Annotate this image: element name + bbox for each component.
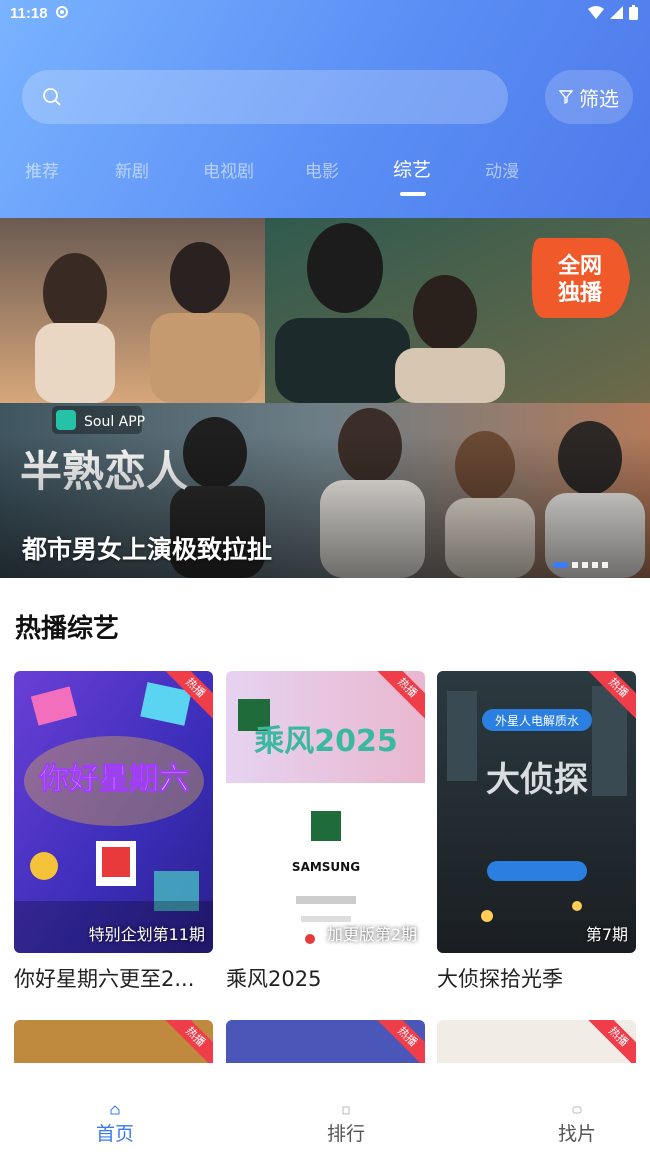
variety-card[interactable]: 乘风2025 SAMSUNG 热播 加更版第2期 乘风2025 [226,671,425,991]
tab-label: 动漫 [485,162,519,182]
tab-new-drama[interactable]: 新剧 [115,157,149,182]
nav-home[interactable]: 首页 [55,1063,175,1146]
variety-card[interactable]: 热播 [226,1020,425,1065]
ranking-icon [342,1106,350,1115]
svg-text:外星人电解质水: 外星人电解质水 [495,714,579,728]
nav-label: 排行 [326,1123,365,1145]
carousel-dot[interactable] [572,562,578,568]
carousel-dot[interactable] [592,562,598,568]
tab-movie[interactable]: 电影 [305,157,339,182]
poster: 你好星期六 热播 特别企划第11期 [14,671,213,953]
variety-card[interactable]: 热播 [14,1020,213,1065]
svg-text:SAMSUNG: SAMSUNG [292,860,360,874]
tab-label: 电影 [305,162,339,182]
filter-icon [559,90,573,104]
discover-icon [572,1106,582,1114]
home-icon [110,1105,120,1115]
bottom-navigation: 首页 排行 找片 [0,1063,650,1155]
card-title: 大侦探拾光季 [437,967,563,991]
poster-image: 乘风2025 SAMSUNG [226,671,425,953]
hot-badge: 热播 [160,1020,213,1065]
episode-label: 特别企划第11期 [88,925,205,944]
svg-text:大侦探: 大侦探 [486,760,588,800]
card-title: 你好星期六更至2... [14,967,195,991]
banner-image: 全网 独播 Soul APP 半熟恋人 [0,218,650,578]
banner-carousel[interactable]: 全网 独播 Soul APP 半熟恋人 都市男女上演极致拉扯 [0,218,650,578]
episode-label: 第7期 [585,925,628,944]
hot-badge: 热播 [372,1020,425,1065]
tab-anime[interactable]: 动漫 [485,157,519,182]
svg-text:乘风2025: 乘风2025 [254,724,398,759]
status-icons [588,5,638,20]
hot-badge: 热播 [583,1020,636,1065]
signal-icon [610,6,623,19]
variety-card[interactable]: 热播 [437,1020,636,1065]
carousel-dot[interactable] [582,562,588,568]
nav-discover[interactable]: 找片 [517,1063,637,1146]
tab-label: 新剧 [115,162,149,182]
tab-recommend[interactable]: 推荐 [25,157,59,182]
svg-text:你好星期六: 你好星期六 [38,762,189,797]
category-tabs: 推荐 新剧 电视剧 电影 综艺 动漫 [0,150,650,200]
poster-image: 你好星期六 [14,671,213,953]
nav-label: 首页 [95,1123,134,1145]
episode-label: 加更版第2期 [326,925,417,944]
variety-card[interactable]: 你好星期六 热播 特别企划第11期 你好星期六更至2... [14,671,213,991]
filter-button[interactable]: 筛选 [545,70,633,124]
tab-variety[interactable]: 综艺 [393,155,432,196]
nav-label: 找片 [557,1123,596,1145]
banner-title: 都市男女上演极致拉扯 [22,535,273,564]
battery-icon [629,5,638,20]
tab-label: 综艺 [393,159,432,181]
section-title: 热播综艺 [15,614,120,644]
variety-card[interactable]: 外星人电解质水 大侦探 热播 第7期 大侦探拾光季 [437,671,636,991]
settings-gear-icon [55,5,69,23]
tab-tv-series[interactable]: 电视剧 [203,157,254,182]
status-time: 11:18 [10,5,48,22]
search-input[interactable] [22,70,508,124]
status-bar: 11:18 [0,0,650,28]
nav-ranking[interactable]: 排行 [286,1063,406,1146]
tab-underline [400,192,426,196]
carousel-dot[interactable] [602,562,608,568]
poster: 外星人电解质水 大侦探 热播 第7期 [437,671,636,953]
poster-image: 外星人电解质水 大侦探 [437,671,636,953]
header: 11:18 筛选 推荐 新剧 电视剧 电影 综艺 动漫 [0,0,650,218]
card-title: 乘风2025 [226,967,322,991]
carousel-dot[interactable] [553,562,568,568]
search-icon [42,87,62,111]
filter-label: 筛选 [579,86,619,111]
wifi-icon [588,6,604,19]
poster: 乘风2025 SAMSUNG 热播 加更版第2期 [226,671,425,953]
carousel-indicator [553,562,608,568]
tab-label: 电视剧 [203,162,254,182]
tab-label: 推荐 [25,162,59,182]
